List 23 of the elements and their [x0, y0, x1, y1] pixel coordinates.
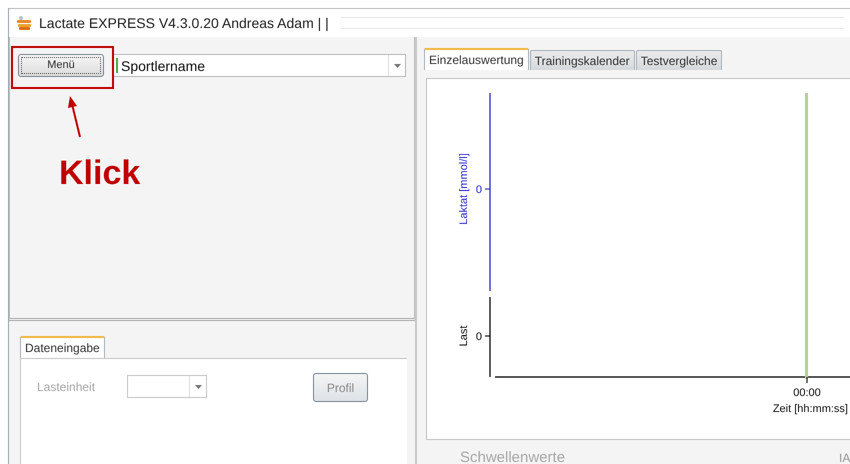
column-heading: IA: [839, 450, 850, 464]
tab[interactable]: Einzelauswertung: [424, 48, 529, 70]
axis-title: Last: [458, 326, 470, 346]
axis-title: Laktat [mmol/l]: [458, 153, 470, 225]
athlete-select[interactable]: Sportlername: [112, 54, 406, 77]
window-title: Lactate EXPRESS V4.3.0.20 Andreas Adam | |: [39, 15, 329, 31]
dropdown-arrow-icon: [394, 64, 400, 68]
tab[interactable]: Testvergleiche: [636, 50, 722, 70]
annotation-label: Klick: [59, 154, 140, 193]
tick-mark: [806, 376, 808, 384]
tab[interactable]: Trainingskalender: [530, 50, 635, 70]
section-title: Schwellenwerte: [460, 449, 566, 464]
tick-label: 0: [476, 184, 482, 196]
menu-button[interactable]: Menü: [18, 54, 104, 77]
app-logo-icon: [15, 15, 33, 31]
tick-mark: [484, 188, 490, 190]
dropdown-arrow-icon: [194, 384, 202, 388]
axis-title: Zeit [hh:mm:ss]: [772, 403, 848, 415]
tick-label: 0: [476, 331, 482, 343]
load-unit-label: Lasteinheit: [37, 380, 96, 394]
tick-label: 00:00: [793, 387, 821, 399]
pointer-arrow: [67, 96, 83, 138]
load-unit-select[interactable]: [127, 375, 207, 398]
